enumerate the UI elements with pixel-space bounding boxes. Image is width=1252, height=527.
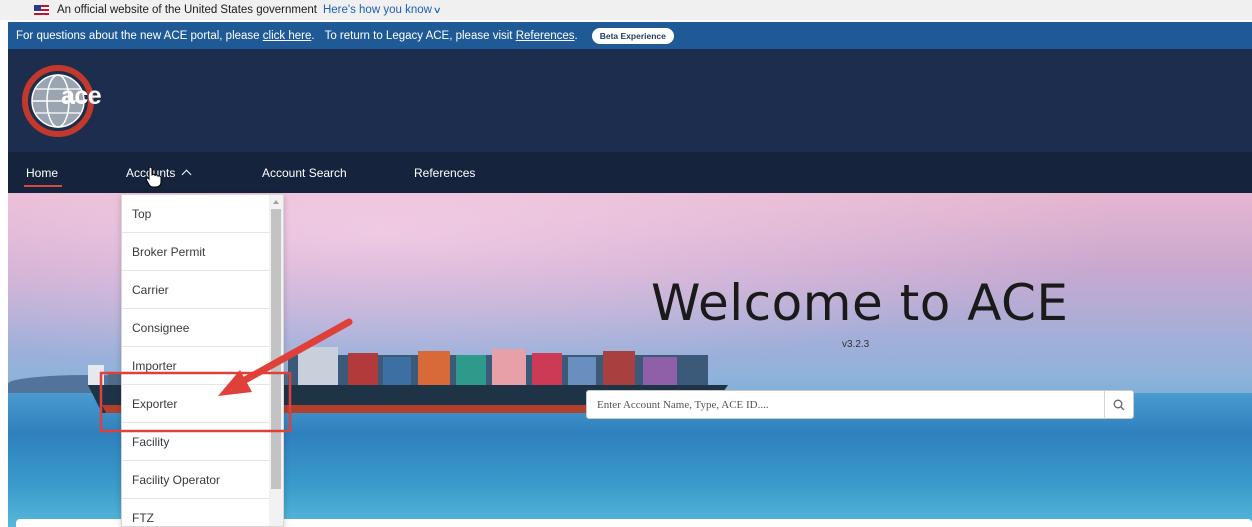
nav-account-search[interactable]: Account Search bbox=[262, 152, 347, 193]
chevron-up-icon bbox=[181, 169, 192, 180]
account-search-box bbox=[586, 390, 1134, 419]
site-header: ace bbox=[8, 49, 1252, 152]
welcome-title: Welcome to ACE bbox=[651, 274, 1069, 332]
chevron-down-icon: ∨ bbox=[432, 4, 442, 15]
hand-pointer-icon bbox=[145, 166, 162, 188]
scroll-up-arrow-icon[interactable] bbox=[273, 200, 279, 204]
dropdown-item-consignee[interactable]: Consignee bbox=[122, 309, 271, 347]
search-button[interactable] bbox=[1104, 391, 1133, 418]
heres-how-you-know-label: Here's how you know bbox=[322, 4, 432, 16]
dropdown-item-carrier[interactable]: Carrier bbox=[122, 271, 271, 309]
version-label: v3.2.3 bbox=[842, 339, 870, 350]
notice-bar: For questions about the new ACE portal, … bbox=[8, 22, 1252, 49]
search-icon bbox=[1113, 399, 1125, 410]
dropdown-item-exporter[interactable]: Exporter bbox=[122, 385, 271, 423]
dropdown-item-facility[interactable]: Facility bbox=[122, 423, 271, 461]
gov-banner: An official website of the United States… bbox=[0, 0, 1252, 20]
accounts-dropdown-menu: Top Broker Permit Carrier Consignee Impo… bbox=[121, 194, 284, 527]
account-search-input[interactable] bbox=[587, 391, 1105, 418]
references-link[interactable]: References bbox=[516, 30, 575, 42]
dropdown-scrollbar[interactable] bbox=[269, 195, 283, 526]
dropdown-item-ftz[interactable]: FTZ bbox=[122, 499, 271, 526]
us-flag-icon bbox=[34, 5, 49, 15]
dropdown-item-importer[interactable]: Importer bbox=[122, 347, 271, 385]
main-nav: Home Accounts Account Search References bbox=[8, 152, 1252, 193]
gov-banner-text: An official website of the United States… bbox=[57, 4, 317, 16]
dropdown-item-facility-operator[interactable]: Facility Operator bbox=[122, 461, 271, 499]
notice-text-2: To return to Legacy ACE, please visit bbox=[324, 29, 513, 42]
heres-how-you-know-link[interactable]: Here's how you know ∨ bbox=[322, 4, 442, 16]
dropdown-item-top[interactable]: Top bbox=[122, 195, 271, 233]
click-here-link[interactable]: click here bbox=[263, 30, 312, 42]
dropdown-item-broker-permit[interactable]: Broker Permit bbox=[122, 233, 271, 271]
notice-text-1: For questions about the new ACE portal, … bbox=[16, 29, 260, 42]
scroll-thumb[interactable] bbox=[271, 209, 281, 489]
logo-text: ace bbox=[61, 82, 102, 110]
beta-experience-button[interactable]: Beta Experience bbox=[591, 27, 674, 44]
nav-references[interactable]: References bbox=[414, 152, 475, 193]
nav-home[interactable]: Home bbox=[23, 152, 63, 193]
